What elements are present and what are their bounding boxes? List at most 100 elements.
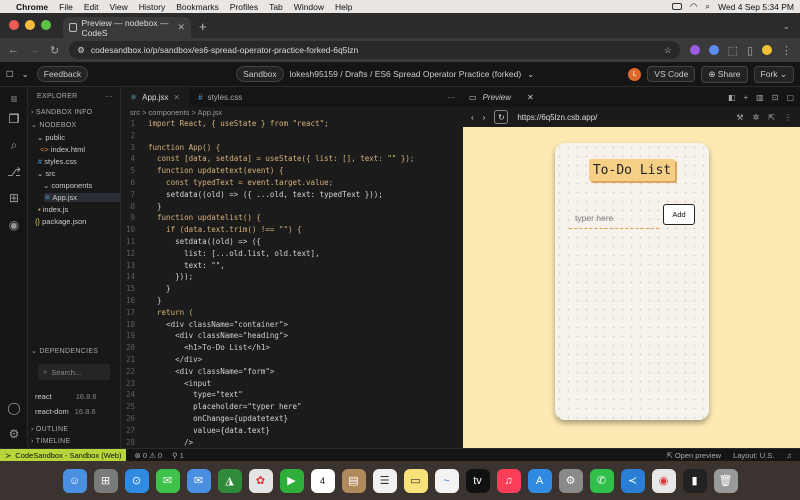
preview-more-icon[interactable]: ⋮: [784, 113, 792, 122]
extensions-icon[interactable]: ⊞: [7, 191, 21, 205]
code-line[interactable]: 12 list: [...old.list, old.text],: [121, 248, 463, 260]
editor-breadcrumb[interactable]: src > components > App.jsx: [130, 108, 222, 117]
share-button[interactable]: ⊕ Share: [701, 65, 748, 83]
back-icon[interactable]: ←: [8, 44, 19, 56]
minimize-window-button[interactable]: [25, 20, 35, 30]
add-button[interactable]: Add: [663, 204, 695, 225]
code-line[interactable]: 27 value={data.text}: [121, 425, 463, 437]
chrome-icon[interactable]: ◉: [651, 468, 676, 493]
terminal-icon[interactable]: ▮: [682, 468, 707, 493]
dropdown-chevron-icon[interactable]: ⌄: [22, 69, 29, 80]
code-line[interactable]: 3 function App() {: [121, 142, 463, 154]
preview-reload-icon[interactable]: ↻: [494, 110, 509, 124]
tree-file-styles-css[interactable]: # styles.css: [38, 157, 77, 166]
tree-file-index-js[interactable]: ▪ index.js: [38, 205, 68, 214]
code-line[interactable]: 15 }: [121, 283, 463, 295]
menu-bookmarks[interactable]: Bookmarks: [176, 2, 219, 12]
close-window-button[interactable]: [9, 20, 19, 30]
chrome-menu-icon[interactable]: ⋮: [781, 44, 792, 57]
menu-help[interactable]: Help: [335, 2, 352, 12]
timeline-section[interactable]: › TIMELINE: [31, 438, 70, 445]
problems-indicator[interactable]: ⊗ 0 ⚠ 0: [134, 451, 162, 460]
window-icon[interactable]: ▢: [786, 93, 794, 102]
code-line[interactable]: 1 import React, { useState } from "react"…: [121, 118, 463, 130]
extensions-puzzle-icon[interactable]: ⬚: [728, 44, 738, 57]
layout-icon[interactable]: ▥: [756, 93, 764, 102]
code-line[interactable]: 10 if (data.text.trim() !== "") {: [121, 224, 463, 236]
menu-edit[interactable]: Edit: [84, 2, 99, 12]
code-line[interactable]: 4 const [data, setdata] = useState({ lis…: [121, 153, 463, 165]
search-icon[interactable]: ⌕: [7, 138, 21, 152]
reload-icon[interactable]: ↻: [50, 44, 59, 57]
code-line[interactable]: 2: [121, 130, 463, 142]
tab-app-jsx[interactable]: ⚛ App.jsx ✕: [121, 87, 190, 107]
tree-file-package-json[interactable]: {} package.json: [35, 217, 86, 226]
feedback-button[interactable]: Feedback: [36, 66, 89, 82]
menu-history[interactable]: History: [139, 2, 165, 12]
sandbox-info-section[interactable]: › SANDBOX INFO: [31, 109, 92, 116]
trash-icon[interactable]: 🗑: [713, 468, 738, 493]
code-line[interactable]: 23 <input: [121, 378, 463, 390]
preview-title[interactable]: Preview: [483, 93, 511, 102]
code-line[interactable]: 17 return (: [121, 307, 463, 319]
vscode-button[interactable]: VS Code: [647, 66, 696, 82]
messages-icon[interactable]: ✉: [155, 468, 180, 493]
url-field[interactable]: ⚙ codesandbox.io/p/sandbox/es6-spread-op…: [69, 41, 680, 59]
photos-icon[interactable]: ✿: [248, 468, 273, 493]
code-line[interactable]: 25 placeholder="typer here": [121, 401, 463, 413]
ports-indicator[interactable]: ⚲ 1: [172, 451, 184, 460]
tv-icon[interactable]: tv: [465, 468, 490, 493]
fork-button[interactable]: Fork ⌄: [753, 65, 794, 83]
editor-more-icon[interactable]: ⋯: [439, 87, 463, 107]
github-icon[interactable]: ◉: [7, 218, 21, 232]
keyboard-layout[interactable]: Layout: U.S.: [733, 451, 774, 460]
explorer-more-icon[interactable]: ⋯: [105, 92, 113, 101]
explorer-files-icon[interactable]: ❐: [7, 112, 21, 126]
tree-folder-src[interactable]: ⌄ src: [37, 169, 55, 178]
tree-file-index-html[interactable]: <> index.html: [40, 145, 85, 154]
settings-gear-icon[interactable]: ⚙: [7, 427, 21, 441]
site-info-icon[interactable]: ⚙: [77, 45, 85, 56]
open-preview-button[interactable]: ⇱ Open preview: [666, 451, 721, 460]
wand-icon[interactable]: ⚒: [736, 113, 743, 122]
tree-file-app-jsx[interactable]: ⚛ App.jsx: [44, 193, 120, 202]
dependency-react-dom[interactable]: react-dom 16.8.6: [35, 407, 96, 416]
dependencies-section[interactable]: ⌄ DEPENDENCIES: [31, 347, 98, 355]
project-chevron-icon[interactable]: ⌄: [527, 69, 534, 80]
maps-icon[interactable]: ◮: [217, 468, 242, 493]
mail-icon[interactable]: ✉: [186, 468, 211, 493]
menu-view[interactable]: View: [109, 2, 127, 12]
menu-profiles[interactable]: Profiles: [230, 2, 258, 12]
sidepanel-icon[interactable]: ▯: [747, 44, 753, 57]
search-icon[interactable]: ⌕: [705, 1, 710, 12]
menu-window[interactable]: Window: [294, 2, 324, 12]
music-icon[interactable]: ♫: [496, 468, 521, 493]
code-line[interactable]: 7 setdata((old) => ({ ...old, text: type…: [121, 189, 463, 201]
split-icon[interactable]: ◧: [728, 93, 736, 102]
facetime-icon[interactable]: ▶: [279, 468, 304, 493]
whatsapp-icon[interactable]: ✆: [589, 468, 614, 493]
safari-icon[interactable]: ⊙: [124, 468, 149, 493]
outline-section[interactable]: › OUTLINE: [31, 426, 68, 433]
notes-icon[interactable]: ▭: [403, 468, 428, 493]
panel-toggle-icon[interactable]: ▭: [469, 93, 477, 102]
browser-tab[interactable]: Preview — nodebox — CodeS ✕: [63, 17, 191, 38]
menu-app-name[interactable]: Chrome: [16, 2, 48, 12]
menu-tab[interactable]: Tab: [269, 2, 283, 12]
code-line[interactable]: 19 <div className="heading">: [121, 330, 463, 342]
project-breadcrumb[interactable]: lokesh95159 / Drafts / ES6 Spread Operat…: [290, 69, 522, 79]
extension-icon-2[interactable]: [708, 45, 719, 55]
notifications-bell-icon[interactable]: ♫: [786, 451, 792, 460]
app-store-icon[interactable]: A: [527, 468, 552, 493]
code-line[interactable]: 24 type="text": [121, 389, 463, 401]
code-line[interactable]: 22 <div className="form">: [121, 366, 463, 378]
hamburger-menu-icon[interactable]: ≡: [7, 92, 21, 106]
system-settings-icon[interactable]: ⚙: [558, 468, 583, 493]
wifi-icon[interactable]: ◠: [690, 1, 697, 12]
code-line[interactable]: 11 setdata((old) => ({: [121, 236, 463, 248]
calendar-icon[interactable]: 4: [310, 468, 335, 493]
code-lines[interactable]: 1 import React, { useState } from "react"…: [121, 118, 463, 448]
finder-icon[interactable]: ☺: [62, 468, 87, 493]
contacts-icon[interactable]: ▤: [341, 468, 366, 493]
launchpad-icon[interactable]: ⊞: [93, 468, 118, 493]
